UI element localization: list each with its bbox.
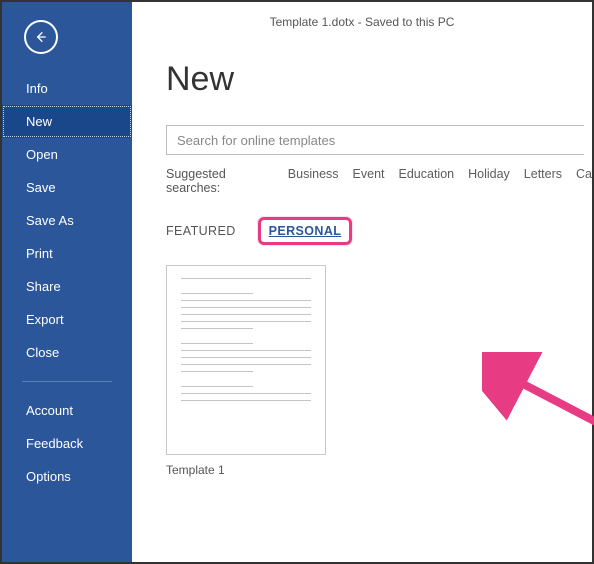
nav-close[interactable]: Close [2,336,132,369]
nav-account[interactable]: Account [2,394,132,427]
nav-share[interactable]: Share [2,270,132,303]
template-tabs: FEATURED PERSONAL [166,217,592,245]
nav-label: Export [26,312,64,327]
nav-save[interactable]: Save [2,171,132,204]
suggested-link-holiday[interactable]: Holiday [468,167,510,181]
nav-options[interactable]: Options [2,460,132,493]
nav-label: Share [26,279,61,294]
tab-featured[interactable]: FEATURED [166,224,236,238]
nav-feedback[interactable]: Feedback [2,427,132,460]
nav-label: New [26,114,52,129]
suggested-searches: Suggested searches: Business Event Educa… [166,167,592,195]
suggested-link-event[interactable]: Event [353,167,385,181]
nav-label: Close [26,345,59,360]
nav-label: Account [26,403,73,418]
nav-new[interactable]: New [2,105,132,138]
suggested-link-letters[interactable]: Letters [524,167,562,181]
suggested-link-more[interactable]: Ca [576,167,592,181]
nav-label: Print [26,246,53,261]
nav-save-as[interactable]: Save As [2,204,132,237]
arrow-left-icon [33,29,49,45]
template-name: Template 1 [166,463,328,477]
annotation-highlight-personal: PERSONAL [258,217,353,245]
nav-list-main: Info New Open Save Save As Print Share E… [2,72,132,369]
nav-info[interactable]: Info [2,72,132,105]
nav-label: Feedback [26,436,83,451]
nav-label: Save As [26,213,74,228]
nav-label: Info [26,81,48,96]
suggested-label: Suggested searches: [166,167,274,195]
title-text: Template 1.dotx - Saved to this PC [270,15,455,29]
nav-label: Open [26,147,58,162]
template-card: Template 1 [166,265,328,477]
nav-separator [22,381,112,382]
nav-label: Options [26,469,71,484]
nav-list-bottom: Account Feedback Options [2,394,132,493]
nav-export[interactable]: Export [2,303,132,336]
templates-grid: Template 1 [166,265,592,477]
nav-print[interactable]: Print [2,237,132,270]
back-button[interactable] [24,20,58,54]
template-thumbnail[interactable] [166,265,326,455]
main-pane: New Search for online templates Suggeste… [132,42,592,562]
window-titlebar: Template 1.dotx - Saved to this PC [132,2,592,42]
tab-personal[interactable]: PERSONAL [269,224,342,238]
suggested-link-education[interactable]: Education [399,167,455,181]
page-title: New [166,60,592,99]
suggested-link-business[interactable]: Business [288,167,339,181]
nav-label: Save [26,180,56,195]
nav-open[interactable]: Open [2,138,132,171]
search-input[interactable]: Search for online templates [166,125,584,155]
backstage-sidebar: Info New Open Save Save As Print Share E… [2,2,132,562]
